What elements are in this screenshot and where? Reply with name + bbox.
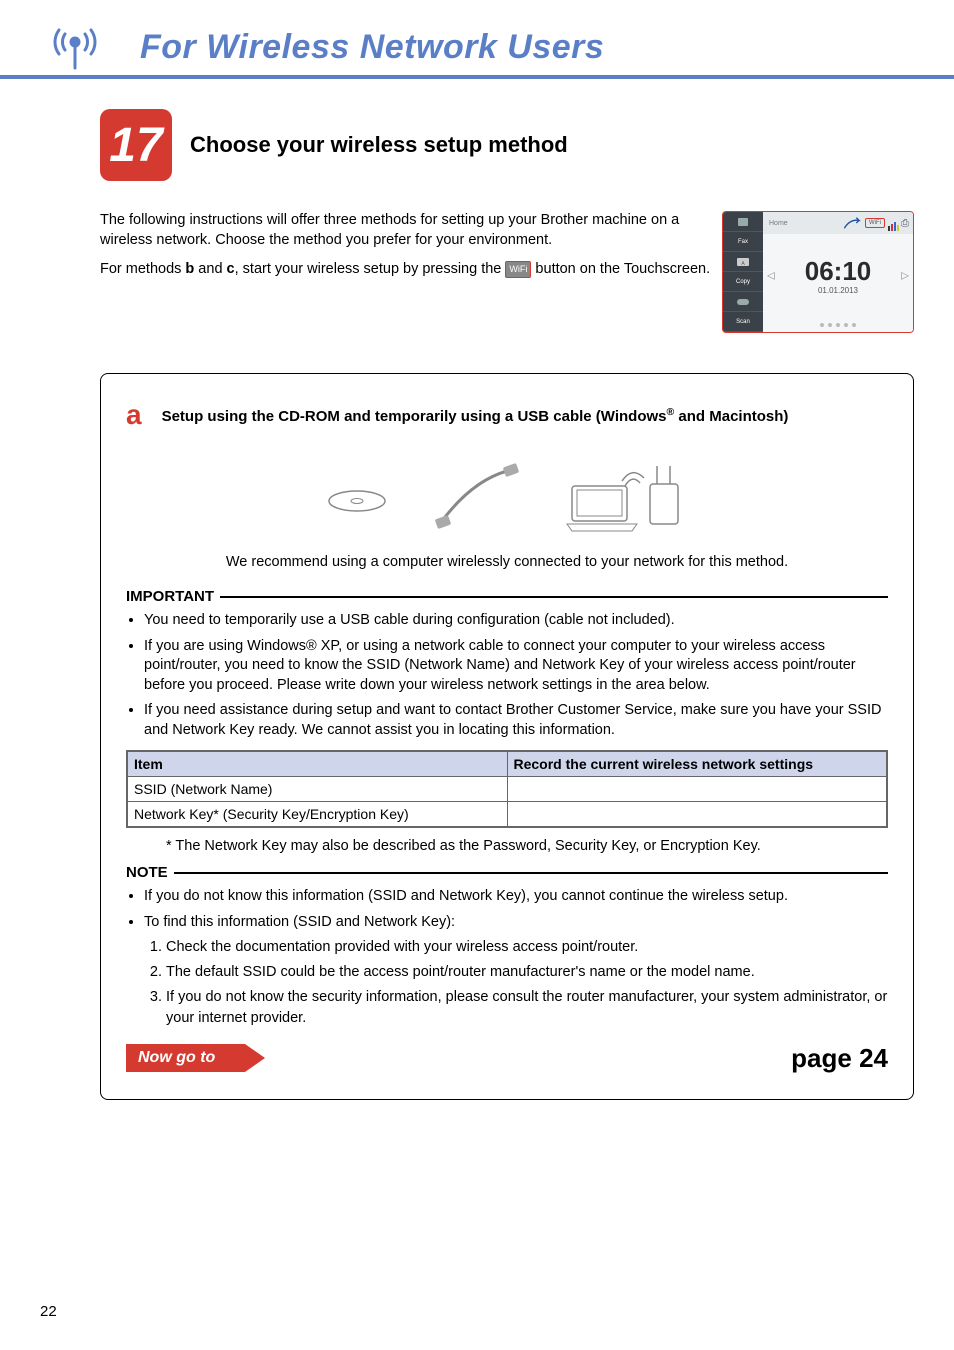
nav-left-icon: ◁ <box>767 271 775 282</box>
screen-tab-scan <box>723 292 763 312</box>
screen-wifi-icon: WiFi <box>865 218 885 228</box>
touchscreen-illustration: Fax A Copy Scan Home WiFi ⎙ <box>722 211 914 333</box>
important-bullets: You need to temporarily use a USB cable … <box>126 611 888 740</box>
important-bullet: If you need assistance during setup and … <box>144 701 888 740</box>
nav-right-icon: ▷ <box>901 271 909 282</box>
screen-tab-scan-label: Scan <box>723 312 763 332</box>
callout-arrow-icon <box>843 216 863 230</box>
step-header: 17 Choose your wireless setup method <box>100 109 914 181</box>
chevron-right-icon <box>245 1044 265 1072</box>
intro-paragraph-2: For methods b and c, start your wireless… <box>100 260 712 280</box>
option-illustration-row <box>126 456 888 536</box>
table-cell-key-label: Network Key* (Security Key/Encryption Ke… <box>127 802 507 828</box>
screen-tab-fax <box>723 212 763 232</box>
note-list-item: Check the documentation provided with yo… <box>166 937 888 958</box>
step-number-badge: 17 <box>100 109 172 181</box>
screen-tab-fax-label: Fax <box>723 232 763 252</box>
note-heading: NOTE <box>126 864 168 881</box>
toner-icon: ⎙ <box>901 218 909 229</box>
screen-tab-copy: A <box>723 252 763 272</box>
table-cell-key-value[interactable] <box>507 802 887 828</box>
page-banner: For Wireless Network Users <box>0 20 954 79</box>
intro-paragraph-1: The following instructions will offer th… <box>100 211 712 250</box>
note-bullet: To find this information (SSID and Netwo… <box>144 913 888 1029</box>
important-bullet: You need to temporarily use a USB cable … <box>144 611 888 631</box>
banner-title: For Wireless Network Users <box>140 28 604 67</box>
goto-page-label: page 24 <box>791 1043 888 1074</box>
option-a-frame: a Setup using the CD-ROM and temporarily… <box>100 373 914 1100</box>
important-bullet: If you are using Windows® XP, or using a… <box>144 637 888 696</box>
now-go-to-row: Now go to page 24 <box>126 1043 888 1074</box>
screen-date: 01.01.2013 <box>818 286 858 295</box>
table-header-record: Record the current wireless network sett… <box>507 751 887 777</box>
note-list-item: If you do not know the security informat… <box>166 987 888 1029</box>
option-title: Setup using the CD-ROM and temporarily u… <box>162 406 789 425</box>
option-letter: a <box>126 399 142 431</box>
table-header-item: Item <box>127 751 507 777</box>
note-list-item: The default SSID could be the access poi… <box>166 962 888 983</box>
note-bullet: If you do not know this information (SSI… <box>144 887 888 907</box>
screen-time: 06:10 <box>805 258 872 284</box>
option-recommend-text: We recommend using a computer wirelessly… <box>126 554 888 570</box>
ink-level-icon <box>887 218 899 228</box>
network-settings-table: Item Record the current wireless network… <box>126 750 888 828</box>
screen-home-label: Home <box>769 220 788 227</box>
page-number: 22 <box>40 1303 57 1320</box>
wireless-antenna-icon <box>40 20 110 75</box>
page-dots <box>763 318 913 332</box>
step-title: Choose your wireless setup method <box>190 132 568 158</box>
cd-rom-icon <box>322 466 392 526</box>
note-bullets: If you do not know this information (SSI… <box>126 887 888 1028</box>
intro-text: The following instructions will offer th… <box>100 211 712 290</box>
now-go-to-label: Now go to <box>126 1044 245 1072</box>
table-cell-ssid-label: SSID (Network Name) <box>127 777 507 802</box>
table-cell-ssid-value[interactable] <box>507 777 887 802</box>
important-heading: IMPORTANT <box>126 588 214 605</box>
asterisk-note: * The Network Key may also be described … <box>166 838 888 854</box>
usb-cable-icon <box>432 461 522 531</box>
wifi-button-icon: WiFi <box>505 261 531 278</box>
screen-tab-copy-label: Copy <box>723 272 763 292</box>
laptop-wifi-router-icon <box>562 456 692 536</box>
